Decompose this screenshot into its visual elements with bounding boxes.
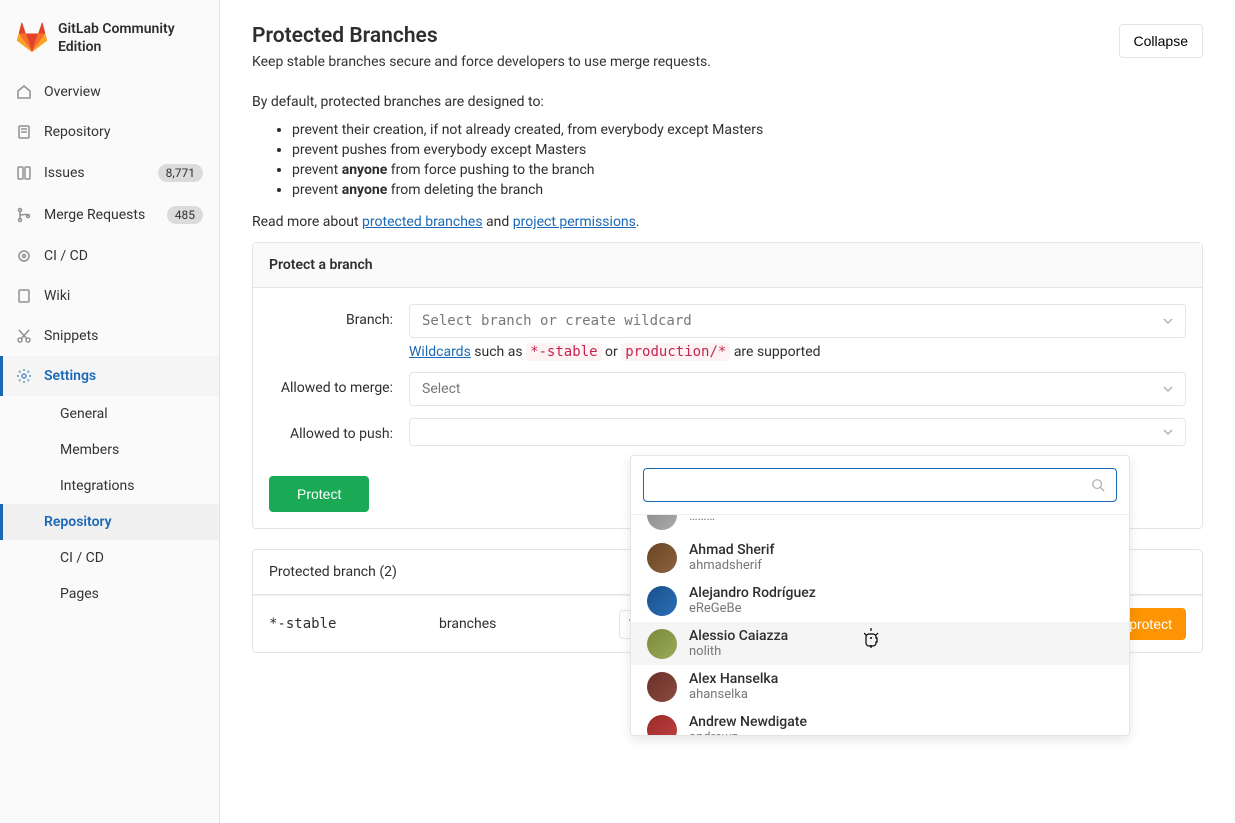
sidebar-item-merge-requests[interactable]: Merge Requests 485 xyxy=(0,194,219,236)
avatar xyxy=(647,629,677,659)
list-item[interactable]: Andrew Newdigateandrewn xyxy=(631,708,1129,735)
avatar xyxy=(647,586,677,616)
sidebar-item-repository[interactable]: Repository xyxy=(0,112,219,152)
wildcards-link[interactable]: Wildcards xyxy=(409,344,471,360)
gitlab-logo-icon xyxy=(16,22,48,54)
avatar xyxy=(647,672,677,702)
main-content: Protected Branches Keep stable branches … xyxy=(220,0,1235,823)
cursor-icon xyxy=(864,628,882,652)
list-item[interactable]: Alejandro RodríguezeReGeBe xyxy=(631,579,1129,622)
user-name: Alejandro Rodríguez xyxy=(689,585,816,601)
list-item[interactable]: ……… xyxy=(631,515,1129,536)
panel-title: Protect a branch xyxy=(253,243,1202,288)
merge-label: Allowed to merge: xyxy=(269,372,409,396)
brand-line1: GitLab Community xyxy=(58,20,175,38)
sidebar-item-cicd[interactable]: CI / CD xyxy=(0,236,219,276)
subnav-repository[interactable]: Repository xyxy=(0,504,219,540)
sub-description: By default, protected branches are desig… xyxy=(252,94,1203,110)
branch-name: *-stable xyxy=(269,616,439,632)
user-name: Alessio Caiazza xyxy=(689,628,788,644)
bullet-4: prevent anyone from deleting the branch xyxy=(292,182,1203,198)
wildcard-help: Wildcards such as *-stable or production… xyxy=(409,344,1186,360)
chevron-down-icon xyxy=(1163,427,1173,437)
list-item[interactable]: Alex Hanselkaahanselka xyxy=(631,665,1129,708)
user-username: andrewn xyxy=(689,730,807,735)
protected-branches-link[interactable]: protected branches xyxy=(362,214,483,230)
list-item[interactable]: Ahmad Sherifahmadsherif xyxy=(631,536,1129,579)
subnav-integrations[interactable]: Integrations xyxy=(44,468,219,504)
sidebar-item-settings[interactable]: Settings xyxy=(0,356,219,396)
issues-badge: 8,771 xyxy=(158,164,203,182)
scissors-icon xyxy=(16,328,32,344)
sidebar-item-wiki[interactable]: Wiki xyxy=(0,276,219,316)
home-icon xyxy=(16,84,32,100)
user-username: nolith xyxy=(689,644,788,659)
search-icon xyxy=(1091,478,1105,492)
dropdown-search-input[interactable] xyxy=(643,468,1117,502)
bullet-1: prevent their creation, if not already c… xyxy=(292,122,1203,138)
project-permissions-link[interactable]: project permissions xyxy=(513,214,636,230)
chevron-down-icon xyxy=(1163,316,1173,326)
page-title: Protected Branches xyxy=(252,24,711,48)
user-name: Ahmad Sherif xyxy=(689,542,774,558)
brand-line2: Edition xyxy=(58,38,175,56)
avatar xyxy=(647,543,677,573)
user-username: eReGeBe xyxy=(689,601,816,616)
rocket-icon xyxy=(16,248,32,264)
brand: GitLab Community Edition xyxy=(0,12,219,72)
user-username: ahmadsherif xyxy=(689,558,774,573)
sidebar-item-overview[interactable]: Overview xyxy=(0,72,219,112)
page-description: Keep stable branches secure and force de… xyxy=(252,54,711,70)
subnav-members[interactable]: Members xyxy=(44,432,219,468)
book-icon xyxy=(16,288,32,304)
gear-icon xyxy=(16,368,32,384)
bullet-2: prevent pushes from everybody except Mas… xyxy=(292,142,1203,158)
readmore-text: Read more about protected branches and p… xyxy=(252,214,1203,230)
user-name: Andrew Newdigate xyxy=(689,714,807,730)
protect-button[interactable]: Protect xyxy=(269,476,369,512)
subnav-pages[interactable]: Pages xyxy=(44,576,219,612)
sidebar-item-snippets[interactable]: Snippets xyxy=(0,316,219,356)
merge-icon xyxy=(16,207,32,223)
chevron-down-icon xyxy=(1163,384,1173,394)
avatar xyxy=(647,715,677,736)
user-username: ahanselka xyxy=(689,687,778,702)
user-dropdown: ………Ahmad SherifahmadsherifAlejandro Rodr… xyxy=(630,455,1130,736)
user-name: Alex Hanselka xyxy=(689,671,778,687)
branch-select[interactable]: Select branch or create wildcard xyxy=(409,304,1186,338)
push-label: Allowed to push: xyxy=(269,418,409,442)
sidebar: GitLab Community Edition Overview Reposi… xyxy=(0,0,220,823)
issues-icon xyxy=(16,165,32,181)
bullet-list: prevent their creation, if not already c… xyxy=(252,122,1203,198)
subnav-general[interactable]: General xyxy=(44,396,219,432)
subnav-cicd[interactable]: CI / CD xyxy=(44,540,219,576)
matching-branches: branches xyxy=(439,616,619,632)
mr-badge: 485 xyxy=(167,206,203,224)
branch-label: Branch: xyxy=(269,304,409,328)
sidebar-item-issues[interactable]: Issues 8,771 xyxy=(0,152,219,194)
bullet-3: prevent anyone from force pushing to the… xyxy=(292,162,1203,178)
push-select[interactable] xyxy=(409,418,1186,446)
doc-icon xyxy=(16,124,32,140)
merge-select[interactable]: Select xyxy=(409,372,1186,406)
collapse-button[interactable]: Collapse xyxy=(1119,24,1203,58)
